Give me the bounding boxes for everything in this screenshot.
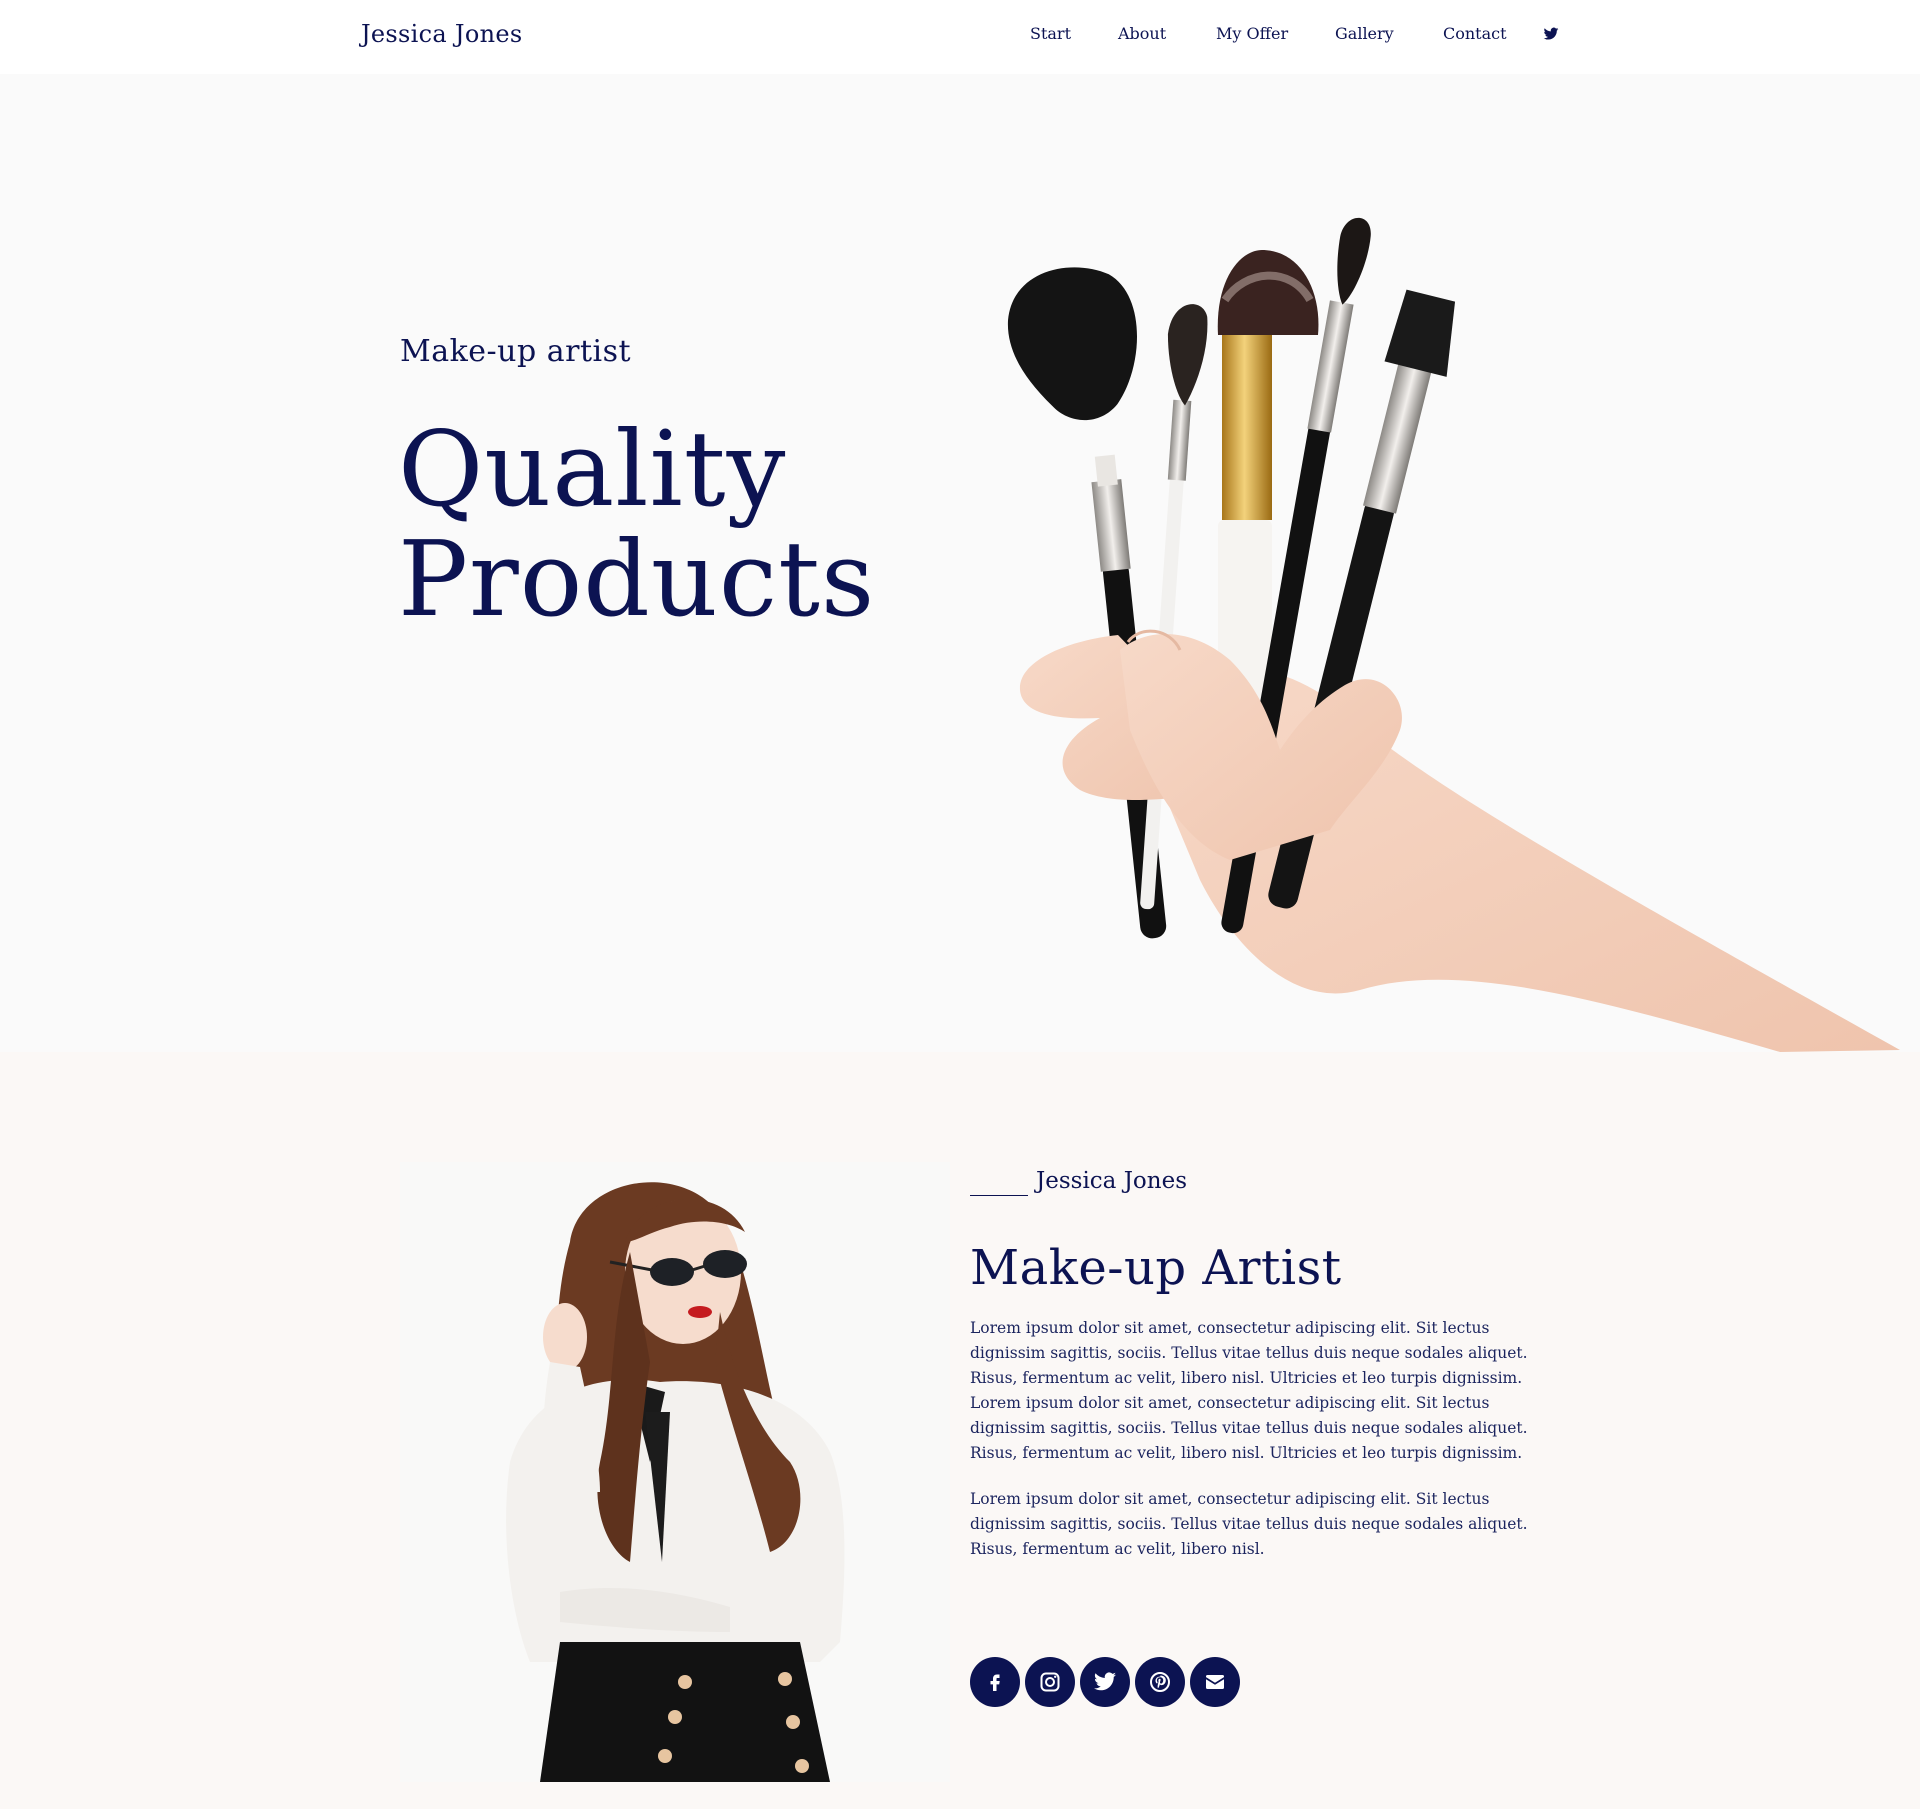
hero-title-line-2: Products [398, 518, 876, 640]
hero-title-line-1: Quality [398, 408, 787, 530]
nav-contact[interactable]: Contact [1443, 24, 1507, 43]
nav-start[interactable]: Start [1030, 24, 1071, 43]
email-icon[interactable] [1190, 1657, 1240, 1707]
nav-my-offer[interactable]: My Offer [1216, 24, 1288, 43]
kicker-rule [970, 1195, 1028, 1196]
portrait-photo [400, 1162, 950, 1782]
about-kicker-name: Jessica Jones [1036, 1168, 1187, 1194]
about-paragraph-1: Lorem ipsum dolor sit amet, consectetur … [970, 1319, 1528, 1462]
hero-section: Make-up artist Quality Products [0, 74, 1920, 1052]
site-header: Jessica Jones Start About My Offer Galle… [0, 0, 1920, 74]
nav-gallery[interactable]: Gallery [1335, 24, 1394, 43]
hero-title: Quality Products [398, 414, 918, 634]
hero-eyebrow: Make-up artist [400, 334, 632, 369]
about-paragraph-2: Lorem ipsum dolor sit amet, consectetur … [970, 1490, 1528, 1558]
about-kicker: Jessica Jones [970, 1168, 1187, 1198]
facebook-icon[interactable] [970, 1657, 1020, 1707]
about-title: Make-up Artist [970, 1240, 1342, 1296]
twitter-icon[interactable] [1080, 1657, 1130, 1707]
nav-about[interactable]: About [1118, 24, 1166, 43]
about-section: Jessica Jones Make-up Artist Lorem ipsum… [0, 1052, 1920, 1809]
twitter-icon[interactable] [1542, 26, 1560, 42]
main-nav: Start About My Offer Gallery Contact [0, 24, 1920, 48]
makeup-brushes-photo [1008, 218, 1900, 1052]
pinterest-icon[interactable] [1135, 1657, 1185, 1707]
instagram-icon[interactable] [1025, 1657, 1075, 1707]
